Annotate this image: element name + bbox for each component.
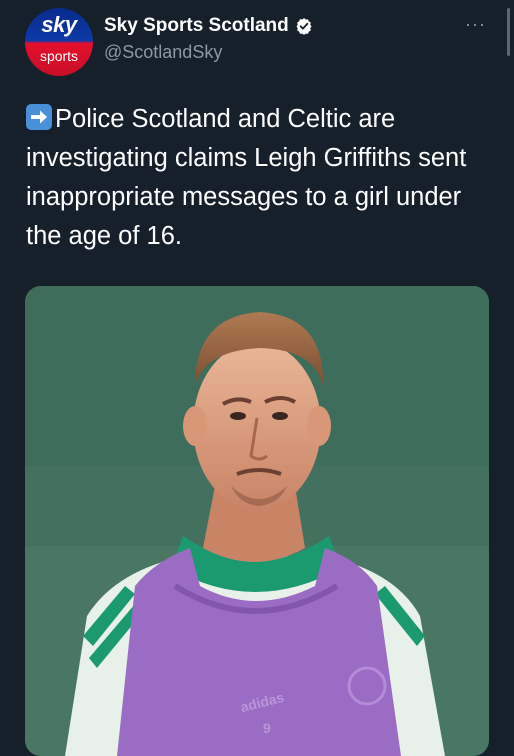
verified-badge-icon: [296, 18, 312, 35]
tweet-body: Police Scotland and Celtic are investiga…: [26, 100, 496, 256]
right-arrow-emoji-icon: [26, 104, 52, 130]
account-avatar[interactable]: sky sports: [25, 8, 93, 76]
tweet-text: Police Scotland and Celtic are investiga…: [26, 105, 467, 250]
name-row[interactable]: Sky Sports Scotland: [104, 14, 313, 38]
scrollbar[interactable]: [507, 8, 510, 56]
avatar-sports-text: sports: [39, 48, 79, 64]
avatar-sky-text: sky: [41, 12, 77, 37]
bib-number: 9: [263, 720, 271, 736]
more-options-icon[interactable]: ···: [465, 14, 486, 35]
display-name[interactable]: Sky Sports Scotland: [104, 15, 289, 37]
account-handle[interactable]: @ScotlandSky: [104, 42, 222, 63]
tweet-header: sky sports Sky Sports Scotland @Scotland…: [0, 0, 514, 80]
player-photo: [25, 286, 489, 756]
tweet-photo[interactable]: adidas 9: [25, 286, 489, 756]
